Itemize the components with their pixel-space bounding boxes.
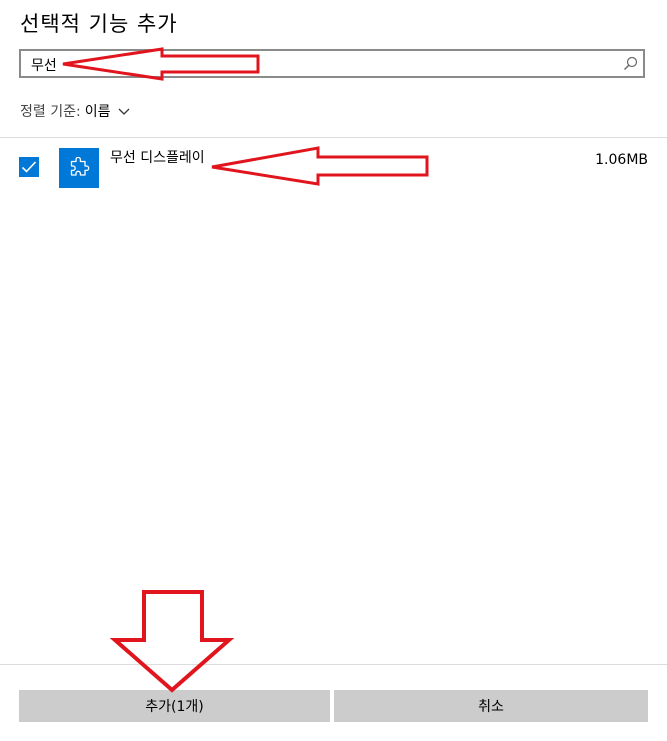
add-button[interactable]: 추가(1개): [19, 690, 330, 722]
divider: [0, 664, 667, 665]
checkmark-icon: [21, 161, 37, 173]
feature-checkbox[interactable]: [19, 157, 39, 177]
feature-tile: [59, 148, 99, 188]
puzzle-icon: [70, 157, 90, 176]
sort-dropdown[interactable]: 정렬 기준: 이름: [20, 102, 130, 122]
feature-name: 무선 디스플레이: [110, 150, 205, 166]
sort-label: 정렬 기준:: [20, 104, 81, 120]
dialog-title: 선택적 기능 추가: [20, 12, 178, 36]
search-box[interactable]: [19, 49, 645, 78]
search-input[interactable]: [31, 54, 611, 75]
annotation-arrow-add: [109, 590, 235, 693]
feature-size: 1.06MB: [595, 152, 648, 168]
chevron-down-icon: [118, 108, 130, 115]
cancel-button[interactable]: 취소: [334, 690, 648, 722]
feature-list-item[interactable]: 무선 디스플레이 1.06MB: [0, 138, 667, 198]
sort-value: 이름: [84, 104, 111, 120]
search-icon[interactable]: [623, 56, 638, 71]
